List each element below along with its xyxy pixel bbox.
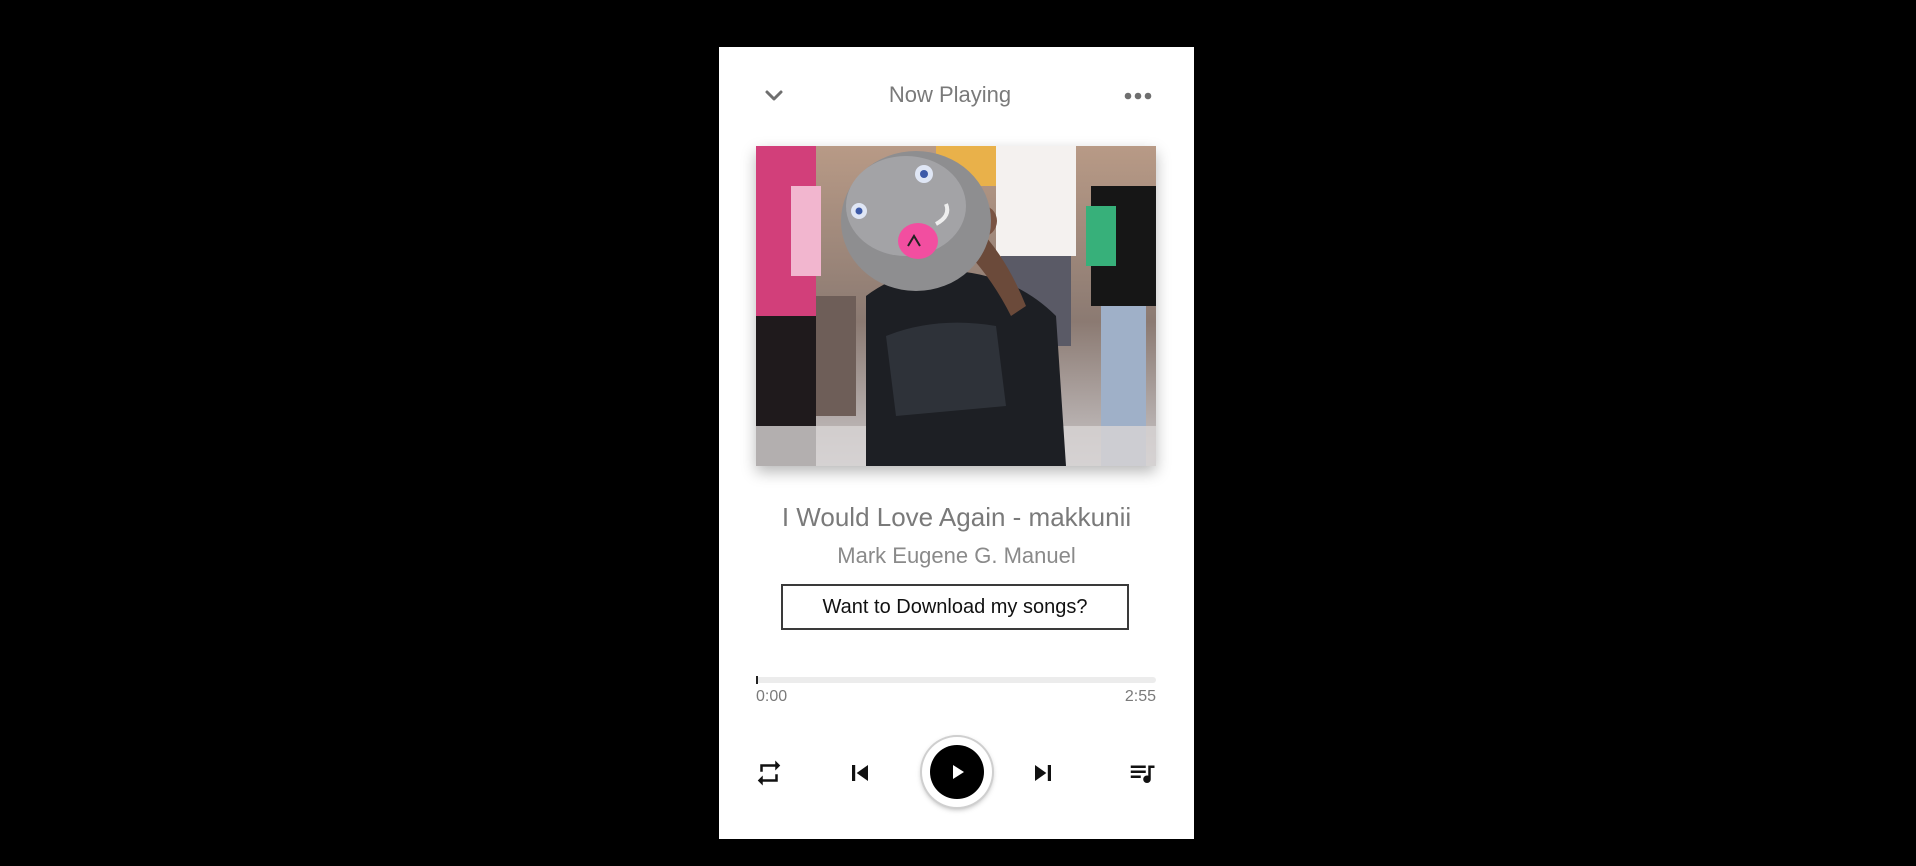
next-button[interactable] bbox=[1023, 753, 1063, 793]
download-songs-button[interactable]: Want to Download my songs? bbox=[781, 584, 1129, 630]
album-cover-image bbox=[756, 146, 1156, 466]
skip-next-icon bbox=[1035, 765, 1051, 781]
song-artist: Mark Eugene G. Manuel bbox=[837, 543, 1076, 568]
more-options-button[interactable] bbox=[1119, 81, 1157, 111]
progress-thumb[interactable] bbox=[756, 676, 758, 684]
previous-button[interactable] bbox=[840, 753, 880, 793]
page-title: Now Playing bbox=[888, 82, 1012, 107]
player-header: Now Playing bbox=[719, 47, 1194, 143]
play-icon bbox=[953, 765, 964, 779]
total-time: 2:55 bbox=[1124, 688, 1156, 705]
repeat-button[interactable] bbox=[749, 755, 789, 791]
queue-button[interactable] bbox=[1122, 755, 1162, 791]
queue-music-icon bbox=[1130, 765, 1155, 783]
current-time: 0:00 bbox=[756, 688, 788, 705]
song-title: I Would Love Again - makkunii bbox=[781, 502, 1132, 532]
repeat-icon bbox=[757, 760, 781, 786]
play-button[interactable] bbox=[922, 737, 992, 807]
skip-previous-icon bbox=[852, 765, 868, 781]
more-horizontal-icon bbox=[1124, 92, 1152, 100]
playback-controls bbox=[719, 733, 1194, 813]
album-cover bbox=[756, 146, 1156, 466]
play-button-inner bbox=[930, 745, 984, 799]
music-player-panel: Now Playing I Would Love Again - makkuni… bbox=[719, 47, 1194, 839]
progress-bar[interactable] bbox=[756, 676, 1156, 684]
